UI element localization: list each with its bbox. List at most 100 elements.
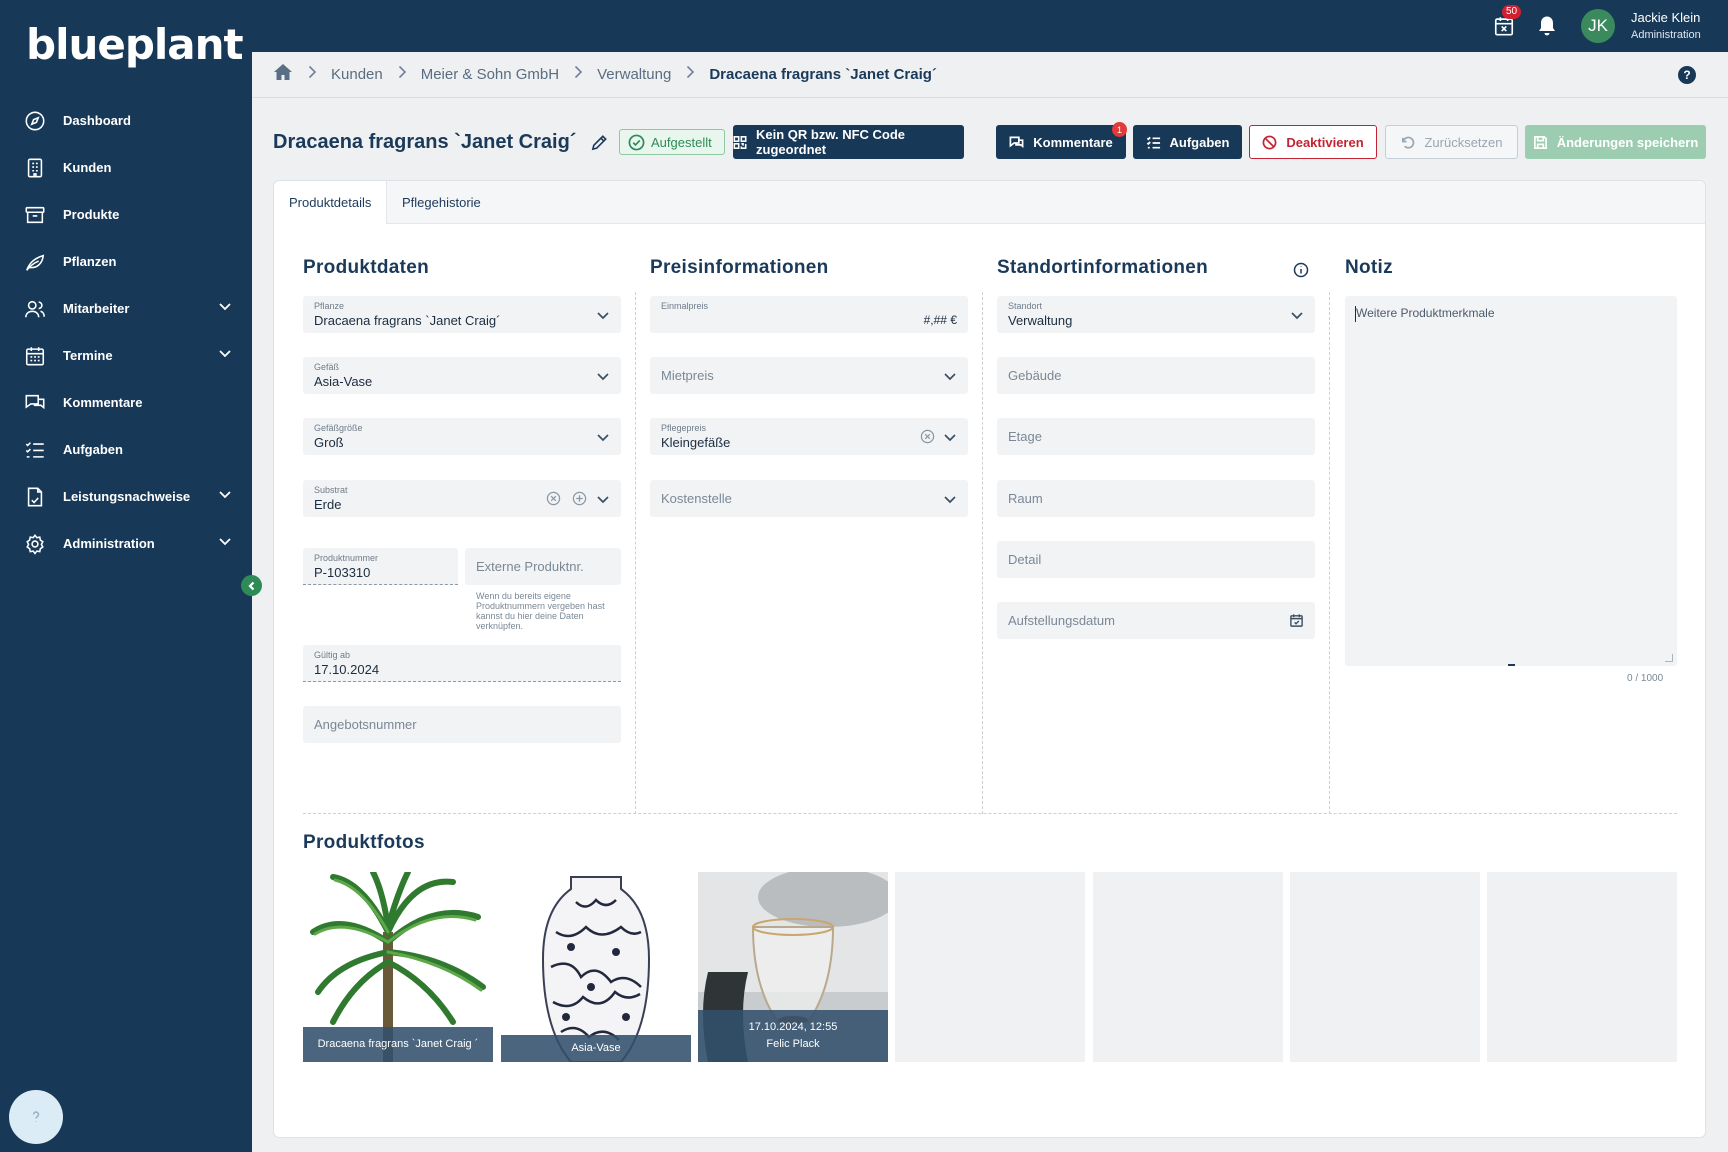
compass-icon — [24, 110, 46, 132]
chevron-left-icon — [247, 581, 254, 590]
tab-pflegehistorie[interactable]: Pflegehistorie — [387, 181, 496, 224]
building-icon — [24, 157, 46, 179]
gefaess-select[interactable]: Gefäß Asia-Vase — [303, 357, 621, 394]
pflegepreis-select[interactable]: Pflegepreis Kleingefäße — [650, 418, 968, 455]
column-divider — [1329, 292, 1330, 814]
calendar-icon[interactable] — [1289, 613, 1304, 633]
photo-slot-empty[interactable] — [1093, 872, 1283, 1062]
clear-icon[interactable] — [546, 491, 561, 511]
comments-button-label: Kommentare — [1033, 134, 1113, 150]
substrat-select[interactable]: Substrat Erde — [303, 480, 621, 517]
chevron-down-icon — [943, 492, 957, 511]
status-badge: Aufgestellt — [619, 129, 725, 155]
resize-handle[interactable] — [1665, 654, 1673, 662]
section-produktfotos: Produktfotos — [303, 832, 425, 853]
kostenstelle-select[interactable]: Kostenstelle — [650, 480, 968, 517]
field-label: Einmalpreis — [661, 301, 709, 311]
photo-vase[interactable]: Asia-Vase — [501, 872, 691, 1062]
breadcrumb-kunden[interactable]: Kunden — [331, 66, 383, 83]
archive-icon — [24, 204, 46, 226]
photo-caption-date: 17.10.2024, 12:55 — [748, 1021, 838, 1033]
field-label: Gefäßgröße — [314, 423, 363, 433]
produktnummer-input[interactable]: Produktnummer P-103310 — [303, 548, 458, 585]
avatar[interactable]: JK — [1581, 9, 1615, 43]
notiz-textarea[interactable]: Weitere Produktmerkmale — [1345, 296, 1677, 666]
gebaeude-input[interactable]: Gebäude — [997, 357, 1315, 394]
breadcrumb-customer[interactable]: Meier & Sohn GmbH — [421, 66, 559, 83]
angebotsnummer-input[interactable]: Angebotsnummer — [303, 706, 621, 743]
checklist-icon — [1146, 136, 1160, 148]
field-placeholder: Aufstellungsdatum — [1008, 613, 1115, 628]
tab-produktdetails[interactable]: Produktdetails — [274, 181, 387, 224]
photo-slot-empty[interactable] — [1290, 872, 1480, 1062]
user-name[interactable]: Jackie Klein — [1631, 10, 1700, 25]
detail-input[interactable]: Detail — [997, 541, 1315, 578]
etage-input[interactable]: Etage — [997, 418, 1315, 455]
sidebar-nav: Dashboard Kunden Produkte Pflanzen Mitar… — [0, 97, 252, 567]
notiz-placeholder: Weitere Produktmerkmale — [1356, 306, 1495, 320]
qr-code-button-label: Kein QR bzw. NFC Code zugeordnet — [756, 127, 906, 157]
field-placeholder: Externe Produktnr. — [476, 559, 584, 574]
photo-slot-empty[interactable] — [895, 872, 1085, 1062]
app-logo[interactable]: blueplant — [26, 20, 244, 69]
chevron-down-icon — [218, 487, 232, 506]
column-divider — [982, 292, 983, 814]
chevron-down-icon — [596, 369, 610, 388]
aufstellungsdatum-input[interactable]: Aufstellungsdatum — [997, 602, 1315, 639]
sidebar-item-kunden[interactable]: Kunden — [0, 144, 252, 191]
deactivate-button-label: Deaktivieren — [1286, 134, 1364, 150]
sidebar-collapse-button[interactable] — [241, 575, 262, 596]
externe-produktnr-input[interactable]: Externe Produktnr. — [465, 548, 621, 585]
user-role: Administration — [1631, 29, 1701, 41]
sidebar-item-administration[interactable]: Administration — [0, 520, 252, 567]
save-button[interactable]: Änderungen speichern — [1525, 125, 1706, 159]
sidebar-item-termine[interactable]: Termine — [0, 332, 252, 379]
einmalpreis-input[interactable]: Einmalpreis #,## € — [650, 296, 968, 333]
tasks-button[interactable]: Aufgaben — [1133, 125, 1242, 159]
add-circle-icon[interactable] — [572, 491, 587, 511]
sidebar-item-pflanzen[interactable]: Pflanzen — [0, 238, 252, 285]
qr-code-button[interactable]: Kein QR bzw. NFC Code zugeordnet — [733, 125, 964, 159]
sidebar-item-kommentare[interactable]: Kommentare — [0, 379, 252, 426]
raum-input[interactable]: Raum — [997, 480, 1315, 517]
info-icon[interactable] — [1293, 262, 1309, 283]
notifications-button[interactable] — [1537, 15, 1557, 42]
sidebar-item-dashboard[interactable]: Dashboard — [0, 97, 252, 144]
breadcrumb-location[interactable]: Verwaltung — [597, 66, 671, 83]
photo-plant[interactable]: Dracaena fragrans `Janet Craig ´ — [303, 872, 493, 1062]
home-icon[interactable] — [273, 63, 293, 86]
gear-icon — [24, 533, 46, 555]
photo-caption: Asia-Vase — [501, 1035, 691, 1062]
gueltig-ab-input[interactable]: Gültig ab 17.10.2024 — [303, 645, 621, 682]
sidebar-item-produkte[interactable]: Produkte — [0, 191, 252, 238]
standort-select[interactable]: Standort Verwaltung — [997, 296, 1315, 333]
photo-slot-empty[interactable] — [1487, 872, 1677, 1062]
field-placeholder: Kostenstelle — [661, 491, 732, 506]
field-value: Dracaena fragrans `Janet Craig´ — [314, 313, 501, 328]
pflanze-select[interactable]: Pflanze Dracaena fragrans `Janet Craig´ — [303, 296, 621, 333]
section-preisinformationen: Preisinformationen — [650, 257, 829, 278]
notiz-char-count: 0 / 1000 — [1627, 673, 1664, 684]
sidebar-item-label: Termine — [63, 348, 113, 363]
page-title: Dracaena fragrans `Janet Craig´ — [273, 131, 577, 153]
sidebar-item-leistungsnachweise[interactable]: Leistungsnachweise — [0, 473, 252, 520]
help-button[interactable] — [9, 1090, 63, 1144]
comments-button[interactable]: Kommentare — [996, 125, 1126, 159]
checklist-icon — [24, 439, 46, 461]
column-divider — [635, 292, 636, 814]
section-standortinformationen: Standortinformationen — [997, 257, 1209, 278]
sidebar-item-mitarbeiter[interactable]: Mitarbeiter — [0, 285, 252, 332]
mietpreis-select[interactable]: Mietpreis — [650, 357, 968, 394]
reset-button[interactable]: Zurücksetzen — [1385, 125, 1518, 159]
field-value: P-103310 — [314, 565, 371, 580]
clear-icon[interactable] — [920, 429, 935, 449]
help-icon[interactable]: ? — [1678, 66, 1696, 84]
field-placeholder: Mietpreis — [661, 368, 714, 383]
deactivate-button[interactable]: Deaktivieren — [1249, 125, 1377, 159]
photo-glass[interactable]: 17.10.2024, 12:55 Felic Plack — [698, 872, 888, 1062]
sidebar-item-aufgaben[interactable]: Aufgaben — [0, 426, 252, 473]
qr-code-icon — [733, 135, 747, 149]
gefaessgroesse-select[interactable]: Gefäßgröße Groß — [303, 418, 621, 455]
notiz-marker — [1508, 664, 1515, 666]
pencil-icon[interactable] — [590, 133, 609, 157]
